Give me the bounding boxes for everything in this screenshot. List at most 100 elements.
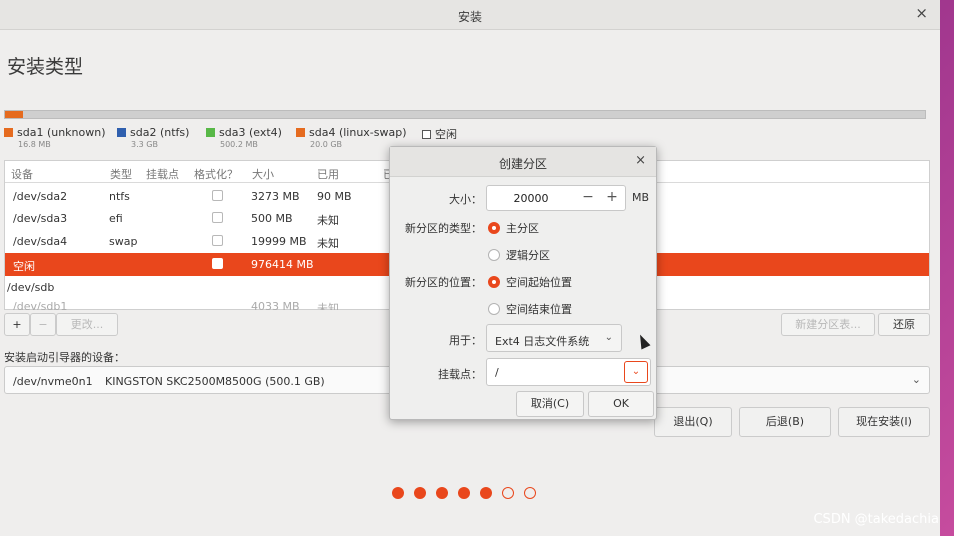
format-checkbox[interactable] [212,212,223,223]
dialog-close-icon[interactable]: × [635,153,646,168]
decrement-button[interactable]: − [577,189,599,205]
column-header-format[interactable]: 格式化？ [194,166,238,182]
legend-label: sda2 (ntfs) [130,126,190,139]
legend-size: 3.3 GB [131,140,158,149]
legend-swatch [117,128,126,137]
legend-label: sda1 (unknown) [17,126,106,139]
title-bar: 安装 × [0,0,940,30]
column-header-mount[interactable]: 挂载点 [146,166,179,182]
size-input[interactable]: 20000 [487,192,575,205]
cell-device: /dev/sdb1 [13,300,68,310]
cell-device: /dev/sda4 [13,235,68,248]
format-checkbox[interactable] [212,258,223,269]
legend-label: sda3 (ext4) [219,126,282,139]
location-begin-radio[interactable]: 空间起始位置 [488,274,572,290]
legend-item-sda1: sda1 (unknown) 16.8 MB [4,126,106,149]
mount-point-label: 挂载点： [438,368,482,381]
progress-dot [392,487,404,499]
cell-device: /dev/sda2 [13,190,68,203]
logical-partition-radio[interactable]: 逻辑分区 [488,247,550,263]
boot-loader-device: /dev/nvme0n1 [13,375,93,388]
dialog-title-bar: 创建分区 × [390,147,656,177]
cell-used: 未知 [317,302,339,310]
partition-bar-segment-sda1 [5,111,23,118]
cell-type: efi [109,212,123,225]
progress-dot [502,487,514,499]
cell-type: swap [109,235,138,248]
legend-item-sda3: sda3 (ext4) 500.2 MB [206,126,282,149]
add-partition-button[interactable]: + [4,313,30,336]
primary-partition-radio[interactable]: 主分区 [488,220,539,236]
location-end-radio[interactable]: 空间结束位置 [488,301,572,317]
radio-label: 空间起始位置 [506,276,572,289]
boot-loader-label: 安装启动引导器的设备： [4,351,125,364]
partition-location-label: 新分区的位置： [405,276,482,289]
progress-dot [524,487,536,499]
legend-swatch [4,128,13,137]
legend-size: 500.2 MB [220,140,258,149]
radio-label: 逻辑分区 [506,249,550,262]
radio-indicator [488,222,500,234]
cell-size: 19999 MB [251,235,307,248]
legend-size: 16.8 MB [18,140,51,149]
format-checkbox[interactable] [212,190,223,201]
partition-bar [4,110,926,119]
column-header-used[interactable]: 已用 [317,166,339,182]
cancel-button[interactable]: 取消(C) [516,391,584,417]
chevron-down-icon: ⌄ [911,373,921,386]
cell-device: /dev/sdb [7,281,55,294]
back-button[interactable]: 后退(B) [739,407,831,437]
mount-point-combobox[interactable]: / ⌄ [486,358,651,386]
quit-button[interactable]: 退出(Q) [654,407,732,437]
watermark: CSDN @takedachia [813,512,939,527]
progress-dot [414,487,426,499]
change-partition-button[interactable]: 更改... [56,313,118,336]
cell-size: 976414 MB [251,258,314,271]
use-as-value: Ext4 日志文件系统 [495,335,590,348]
boot-loader-description: KINGSTON SKC2500M8500G (500.1 GB) [105,375,325,388]
radio-indicator [488,249,500,261]
cell-used: 90 MB [317,190,352,203]
legend-size: 20.0 GB [310,140,343,149]
legend-swatch [206,128,215,137]
legend-item-sda2: sda2 (ntfs) 3.3 GB [117,126,190,149]
format-checkbox[interactable] [212,235,223,246]
page-title: 安装类型 [7,56,84,78]
size-unit: MB [632,191,650,204]
cell-device: 空闲 [13,260,35,273]
cell-used: 未知 [317,237,339,250]
use-as-select[interactable]: Ext4 日志文件系统 ⌄ [486,324,622,352]
cell-device: /dev/sda3 [13,212,68,225]
legend-item-sda4: sda4 (linux-swap) 20.0 GB [296,126,407,149]
partition-type-label: 新分区的类型： [405,222,482,235]
install-now-button[interactable]: 现在安装(I) [838,407,930,437]
revert-button[interactable]: 还原 [878,313,930,336]
chevron-down-icon: ⌄ [604,332,613,343]
size-label: 大小： [449,193,482,206]
progress-dot [436,487,448,499]
window-title: 安装 [457,10,482,24]
column-header-device[interactable]: 设备 [11,166,33,182]
legend-swatch [296,128,305,137]
cell-used: 未知 [317,214,339,227]
radio-label: 主分区 [506,222,539,235]
cell-size: 4033 MB [251,300,300,310]
chevron-down-icon[interactable]: ⌄ [624,361,648,383]
new-partition-table-button[interactable]: 新建分区表... [781,313,875,336]
column-header-type[interactable]: 类型 [110,166,132,182]
mount-point-input[interactable]: / [495,366,499,379]
close-icon[interactable]: × [915,4,928,22]
radio-indicator [488,276,500,288]
use-as-label: 用于： [449,334,482,347]
legend-label: 空闲 [435,128,457,141]
column-header-size[interactable]: 大小 [252,166,274,182]
radio-label: 空间结束位置 [506,303,572,316]
progress-dot [458,487,470,499]
cell-type: ntfs [109,190,130,203]
size-spinbox[interactable]: 20000 − + [486,185,626,211]
dialog-title: 创建分区 [498,157,547,171]
ok-button[interactable]: OK [588,391,654,417]
remove-partition-button[interactable]: − [30,313,56,336]
increment-button[interactable]: + [601,189,623,205]
cell-size: 500 MB [251,212,293,225]
